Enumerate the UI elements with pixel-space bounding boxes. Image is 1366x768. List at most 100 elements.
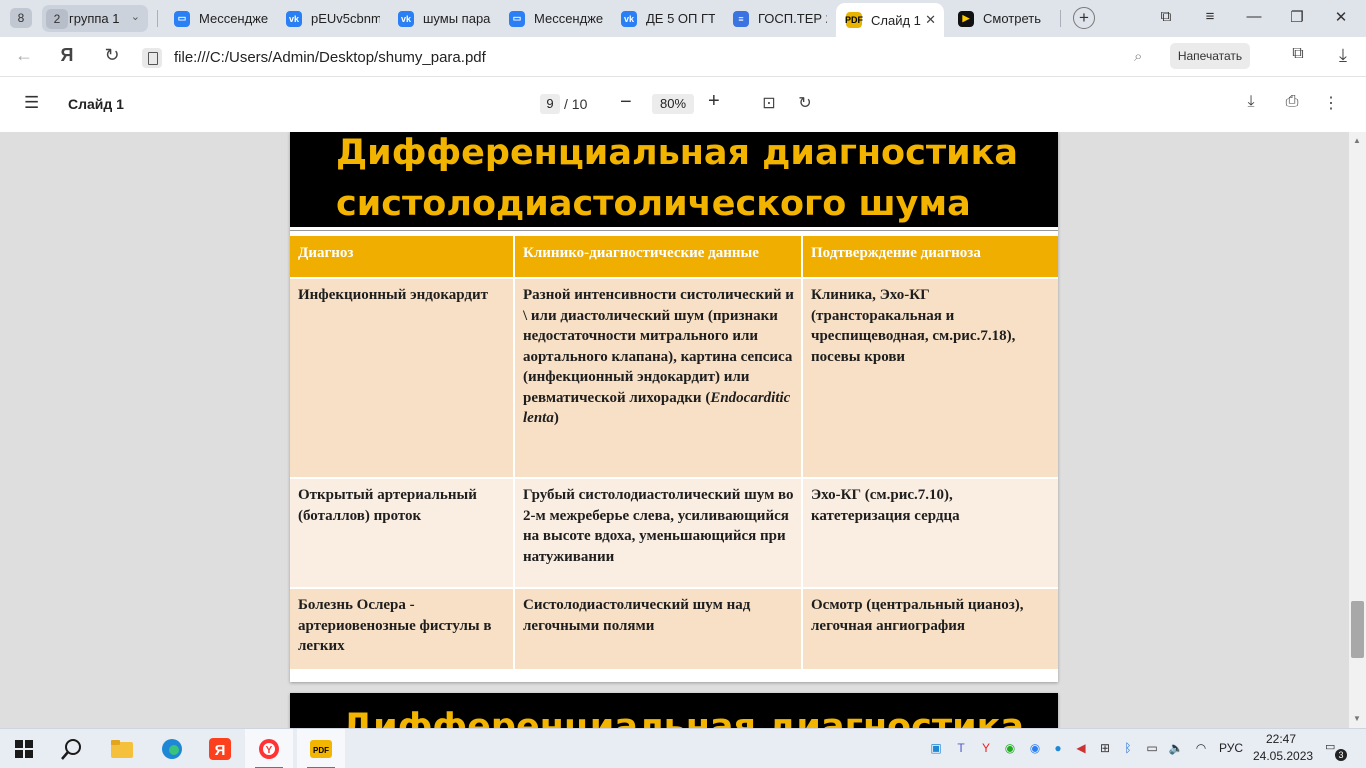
table-row: Открытый артериальный (боталлов) проток …: [290, 477, 1058, 588]
download-icon[interactable]: ⤓: [1240, 93, 1262, 111]
close-icon[interactable]: ✕: [925, 12, 936, 28]
tab-label: Мессендже: [199, 11, 269, 26]
edge-button[interactable]: [148, 729, 196, 768]
slide-page: Дифференциальная диагностика систолодиас…: [290, 132, 1058, 682]
diagnosis-cell: Открытый артериальный (боталлов) проток: [290, 477, 515, 588]
slide-header: Дифференциальная диагностика систолодиас…: [290, 132, 1058, 227]
back-arrow-icon[interactable]: ←: [12, 45, 36, 66]
windows-logo-icon: [15, 740, 33, 758]
app-tray-icon[interactable]: ▣: [928, 740, 944, 756]
svg-text:PDF: PDF: [313, 746, 329, 755]
yandex-browser-button[interactable]: Y: [245, 729, 293, 768]
scrollbar-thumb[interactable]: [1351, 601, 1364, 658]
messenger-icon: ▭: [174, 10, 190, 27]
scroll-up-icon[interactable]: ▲: [1353, 136, 1361, 145]
tab-messenger-1[interactable]: ▭ Мессендже: [174, 6, 270, 31]
confirmation-cell: Осмотр (центральный цианоз), легочная ан…: [802, 587, 1058, 669]
minimize-icon[interactable]: —: [1243, 8, 1265, 25]
video-icon: ▶: [958, 10, 974, 27]
tab-vk-2[interactable]: vk шумы пара: [398, 6, 492, 31]
volume-icon[interactable]: 🔈: [1168, 740, 1184, 756]
confirmation-cell: Эхо-КГ (см.рис.7.10), катетеризация серд…: [802, 477, 1058, 588]
start-button[interactable]: [0, 729, 48, 768]
pdf-icon: PDF: [845, 12, 863, 28]
slide-divider: [290, 227, 1058, 231]
folder-icon: [111, 740, 133, 758]
slide-title-line-2: систолодиастолического шума: [336, 184, 971, 224]
url-text[interactable]: file:///C:/Users/Admin/Desktop/shumy_par…: [174, 49, 486, 66]
tab-vk-3[interactable]: vk ДЕ 5 ОП ГТ: [621, 6, 715, 31]
app-grid-icon[interactable]: ⊞: [1097, 740, 1113, 756]
clock-time[interactable]: 22:47: [1266, 732, 1296, 746]
tab-label: Смотреть: [983, 11, 1041, 26]
group-name: группа 1: [69, 11, 120, 26]
bluetooth-icon[interactable]: ᛒ: [1120, 740, 1136, 756]
diagnosis-table: Диагноз Клинико-диагностические данные П…: [290, 236, 1058, 669]
bookmarks-icon[interactable]: ⧉: [1155, 8, 1177, 25]
search-icon[interactable]: ⌕: [1134, 48, 1142, 65]
wifi-icon[interactable]: ◠: [1193, 740, 1209, 756]
zoom-input[interactable]: 80%: [652, 94, 694, 114]
tab-separator: [157, 10, 158, 27]
url-field[interactable]: file:///C:/Users/Admin/Desktop/shumy_par…: [139, 44, 1157, 71]
download-icon[interactable]: ⤓: [1331, 45, 1355, 66]
vk-tray-icon[interactable]: ◉: [1027, 740, 1043, 756]
whatsapp-icon[interactable]: ◉: [1002, 740, 1018, 756]
menu-icon[interactable]: ≡: [1199, 8, 1221, 25]
rotate-icon[interactable]: ↻: [794, 93, 816, 113]
tab-group[interactable]: 2 группа 1 ⌄: [42, 5, 148, 32]
yandex-button[interactable]: Я: [196, 729, 244, 768]
reload-icon[interactable]: ↻: [100, 45, 124, 66]
tab-active-pdf[interactable]: PDF Слайд 1 ✕: [836, 3, 944, 37]
print-icon[interactable]: ⎙: [1281, 93, 1303, 111]
tab-vk-1[interactable]: vk pEUv5cbnm: [286, 6, 380, 31]
extensions-icon[interactable]: ⧉: [1286, 45, 1310, 63]
page-total: / 10: [564, 96, 588, 112]
file-explorer-button[interactable]: [98, 729, 146, 768]
tab-label: ГОСП.ТЕР 2: [758, 11, 827, 26]
teams-icon[interactable]: T: [953, 740, 969, 756]
messenger-icon: ▭: [509, 10, 525, 27]
tab-docs[interactable]: ≡ ГОСП.ТЕР 2: [733, 6, 827, 31]
sidebar-menu-icon[interactable]: ☰: [24, 93, 39, 113]
pdf-toolbar: ☰ Слайд 1 9 / 10 − 80% + ⊡ ↻ ⤓ ⎙ ⋮: [0, 77, 1366, 132]
pdf-icon: PDF: [310, 740, 332, 758]
tab-video[interactable]: ▶ Смотреть: [958, 6, 1050, 31]
clinical-cell: Грубый систолодиастолический шум во 2-м …: [514, 477, 803, 588]
pdf-app-button[interactable]: PDF: [297, 729, 345, 768]
fit-page-icon[interactable]: ⊡: [758, 93, 780, 113]
new-tab-button[interactable]: +: [1073, 7, 1095, 29]
table-row: Инфекционный эндокардит Разной интенсивн…: [290, 277, 1058, 478]
vk-icon: vk: [621, 10, 637, 27]
more-options-icon[interactable]: ⋮: [1320, 93, 1342, 113]
clock-date[interactable]: 24.05.2023: [1253, 749, 1313, 763]
window-close-icon[interactable]: ✕: [1330, 8, 1352, 26]
pdf-viewer[interactable]: Дифференциальная диагностика систолодиас…: [0, 132, 1366, 728]
yandex-logo-icon[interactable]: Я: [55, 45, 79, 66]
page-number-input[interactable]: 9: [540, 94, 560, 114]
chevron-down-icon: ⌄: [130, 11, 140, 23]
tab-messenger-2[interactable]: ▭ Мессендже: [509, 6, 605, 31]
svg-text:Y: Y: [266, 745, 273, 756]
yandex-browser-icon: Y: [259, 739, 279, 759]
network-icon[interactable]: ▭: [1144, 740, 1160, 756]
yandex-icon: Я: [209, 738, 231, 760]
zoom-in-button[interactable]: +: [708, 90, 720, 113]
speaker-muted-icon[interactable]: ◀: [1073, 740, 1089, 756]
yandex-tray-icon[interactable]: Y: [978, 740, 994, 756]
restore-icon[interactable]: ❐: [1286, 8, 1308, 26]
column-header: Подтверждение диагноза: [802, 236, 1058, 278]
clinical-cell: Разной интенсивности систолический и \ и…: [514, 277, 803, 478]
language-indicator[interactable]: РУС: [1219, 741, 1243, 755]
diagnosis-cell: Инфекционный эндокардит: [290, 277, 515, 478]
address-bar: ← Я ↻ file:///C:/Users/Admin/Desktop/shu…: [0, 37, 1366, 77]
diagnosis-cell: Болезнь Ослера - артериовенозные фистулы…: [290, 587, 515, 669]
search-button[interactable]: [48, 729, 96, 768]
document-title: Слайд 1: [68, 96, 124, 112]
scroll-down-icon[interactable]: ▼: [1353, 714, 1361, 723]
edge-icon: [162, 739, 182, 759]
zoom-app-icon[interactable]: ●: [1050, 740, 1066, 756]
print-button[interactable]: Напечатать: [1170, 43, 1250, 69]
tab-count-badge[interactable]: 8: [10, 8, 32, 28]
zoom-out-button[interactable]: −: [620, 91, 632, 114]
